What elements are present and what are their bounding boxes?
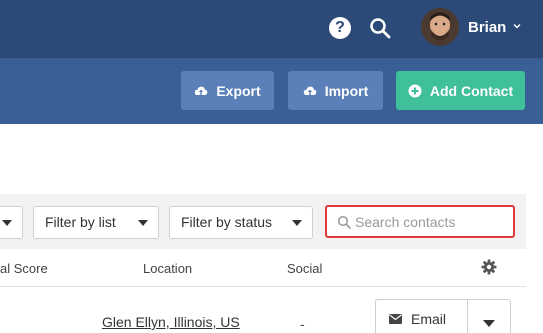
top-navigation-bar: ? Brian [0,0,543,58]
action-bar: Export Import Add Contact [0,58,543,124]
import-label: Import [324,82,369,99]
help-icon[interactable]: ? [329,17,351,39]
filter-by-status-select[interactable]: Filter by status [169,206,313,239]
export-label: Export [216,82,261,99]
caret-down-icon [292,220,302,226]
social-value: - [300,316,305,332]
caret-down-icon [483,320,495,327]
envelope-icon [389,314,402,324]
search-contacts-input[interactable] [355,212,505,232]
search-icon [337,215,351,229]
column-header-score[interactable]: al Score [0,261,48,276]
user-name[interactable]: Brian [468,19,506,36]
plus-circle-icon [408,84,422,97]
table-header: al Score Location Social [0,249,526,287]
gear-icon[interactable] [481,259,497,275]
filter-by-list-select[interactable]: Filter by list [33,206,159,239]
email-action-group: Email [375,299,511,333]
export-button[interactable]: Export [181,71,274,110]
column-header-social[interactable]: Social [287,261,322,276]
search-contacts-box [325,205,515,238]
cloud-upload-icon [303,86,317,95]
filter-bar: Filter by list Filter by status [0,194,526,249]
column-header-location[interactable]: Location [143,261,192,276]
filter-by-status-label: Filter by status [181,214,273,230]
caret-down-icon [138,220,148,226]
import-button[interactable]: Import [288,71,383,110]
location-link[interactable]: Glen Ellyn, Illinois, US [102,314,240,330]
add-contact-button[interactable]: Add Contact [396,71,525,110]
avatar[interactable] [421,8,459,46]
caret-down-icon [2,220,12,226]
add-contact-label: Add Contact [429,82,514,99]
filter-select-partial[interactable] [0,206,23,239]
email-label: Email [411,311,447,327]
filter-by-list-label: Filter by list [45,214,116,230]
email-button[interactable]: Email [376,300,468,333]
table-row: Glen Ellyn, Illinois, US - Email [0,288,526,333]
chevron-down-icon[interactable] [513,22,521,30]
email-dropdown-toggle[interactable] [468,300,510,333]
search-icon[interactable] [369,17,391,39]
cloud-upload-icon [195,86,208,95]
